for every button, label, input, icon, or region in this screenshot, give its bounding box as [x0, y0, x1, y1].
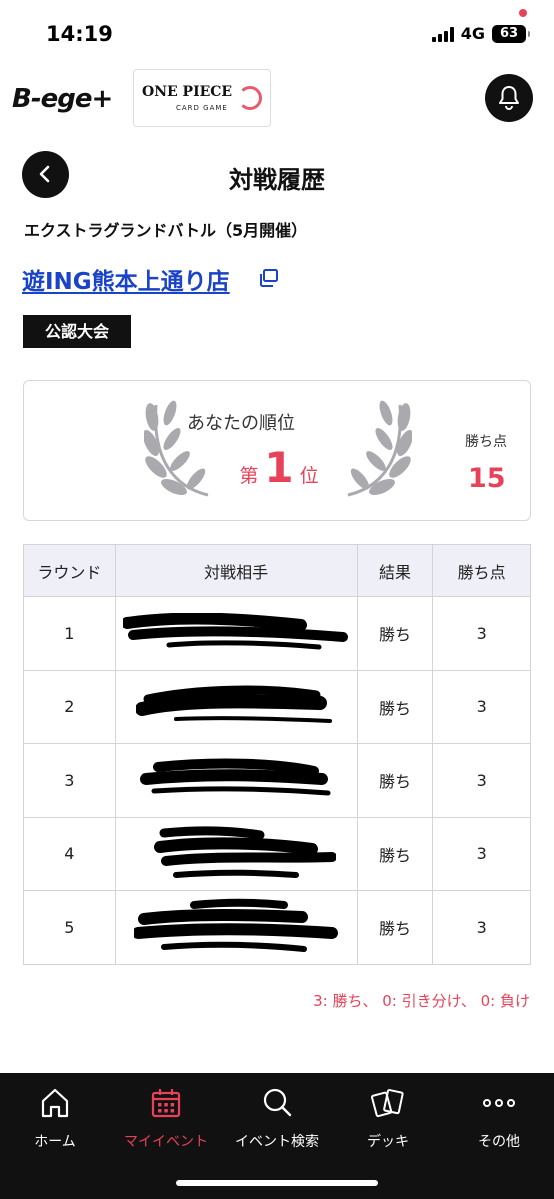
table-row: 4 勝ち 3: [23, 816, 531, 891]
round-cell: 5: [23, 890, 116, 965]
status-time: 14:19: [46, 22, 113, 46]
nav-item-more[interactable]: その他: [444, 1085, 554, 1151]
match-history-table: ラウンド 対戦相手 結果 勝ち点 1 勝ち 3 2 勝ち 3 3 勝ち 3 4 …: [23, 544, 531, 965]
header-opponent: 対戦相手: [114, 544, 358, 597]
rank-display: 第1位: [234, 443, 324, 492]
battery-icon: 63: [492, 24, 530, 43]
event-name: エクストラグランドバトル（5月開催）: [24, 221, 308, 240]
home-indicator[interactable]: [176, 1180, 378, 1186]
rank-prefix: 第: [239, 465, 259, 487]
nav-item-my-events[interactable]: マイイベント: [111, 1085, 221, 1151]
nav-label-event-search: イベント検索: [235, 1134, 319, 1150]
game-logo-title: ONE PIECE: [142, 84, 233, 100]
points-cell: 3: [432, 890, 531, 965]
points-legend: 3: 勝ち、 0: 引き分け、 0: 負け: [313, 992, 530, 1010]
round-cell: 3: [23, 743, 116, 818]
opponent-cell-redacted: [114, 669, 358, 744]
rank-suffix: 位: [299, 465, 319, 487]
header-round: ラウンド: [23, 544, 116, 597]
round-cell: 1: [23, 596, 116, 671]
opponent-cell-redacted: [114, 743, 358, 818]
game-logo-mark-icon: [238, 86, 262, 110]
bell-icon: [499, 86, 519, 110]
game-logo[interactable]: ONE PIECE CARD GAME: [133, 69, 271, 127]
redaction-scribble: [140, 758, 331, 796]
nav-item-home[interactable]: ホーム: [0, 1085, 110, 1151]
external-link-icon[interactable]: [258, 268, 280, 288]
notification-badge: [518, 8, 528, 18]
store-link[interactable]: 遊ING熊本上通り店: [22, 262, 230, 296]
table-row: 3 勝ち 3: [23, 743, 531, 818]
calendar-icon: [151, 1089, 181, 1118]
nav-item-deck[interactable]: デッキ: [333, 1085, 443, 1151]
rank-card: あなたの順位 第1位 勝ち点 15: [23, 380, 531, 521]
opponent-cell-redacted: [114, 816, 358, 891]
table-row: 2 勝ち 3: [23, 669, 531, 744]
opponent-cell-redacted: [114, 890, 358, 965]
table-header-row: ラウンド 対戦相手 結果 勝ち点: [23, 544, 531, 597]
redaction-scribble: [134, 898, 339, 953]
points-cell: 3: [432, 669, 531, 744]
result-cell: 勝ち: [356, 743, 434, 818]
nav-label-deck: デッキ: [367, 1134, 409, 1150]
round-cell: 4: [23, 816, 116, 891]
header-points: 勝ち点: [432, 544, 531, 597]
game-logo-subtitle: CARD GAME: [176, 104, 228, 112]
redaction-scribble: [136, 685, 333, 723]
result-cell: 勝ち: [356, 669, 434, 744]
points-label: 勝ち点: [465, 434, 507, 450]
result-cell: 勝ち: [356, 596, 434, 671]
status-indicators: 4G 63: [431, 24, 530, 43]
search-icon: [263, 1088, 292, 1117]
points-cell: 3: [432, 743, 531, 818]
result-cell: 勝ち: [356, 890, 434, 965]
nav-label-home: ホーム: [34, 1134, 76, 1150]
redaction-scribble: [154, 826, 337, 878]
round-cell: 2: [23, 669, 116, 744]
network-type: 4G: [460, 24, 485, 43]
table-row: 1 勝ち 3: [23, 596, 531, 671]
opponent-cell-redacted: [114, 596, 358, 671]
result-cell: 勝ち: [356, 816, 434, 891]
points-cell: 3: [432, 816, 531, 891]
signal-icon: [431, 26, 454, 42]
header-result: 結果: [356, 544, 434, 597]
table-row: 5 勝ち 3: [23, 890, 531, 965]
cards-icon: [370, 1089, 404, 1118]
home-icon: [41, 1088, 69, 1118]
redaction-scribble: [123, 613, 349, 650]
app-header: B-ege+ ONE PIECE CARD GAME: [0, 66, 554, 132]
page-title: 対戦履歴: [229, 166, 325, 194]
rank-number: 1: [264, 443, 294, 492]
notification-button[interactable]: [485, 74, 533, 122]
points-value: 15: [468, 463, 506, 494]
brand-logo[interactable]: B-ege+: [12, 84, 113, 114]
points-cell: 3: [432, 596, 531, 671]
more-icon: [483, 1099, 515, 1107]
nav-label-more: その他: [478, 1134, 520, 1150]
tournament-type-badge: 公認大会: [23, 315, 131, 348]
rank-label: あなたの順位: [187, 413, 295, 434]
status-bar: 14:19 4G 63: [0, 0, 554, 62]
nav-item-event-search[interactable]: イベント検索: [222, 1085, 332, 1151]
nav-label-my-events: マイイベント: [124, 1134, 208, 1150]
